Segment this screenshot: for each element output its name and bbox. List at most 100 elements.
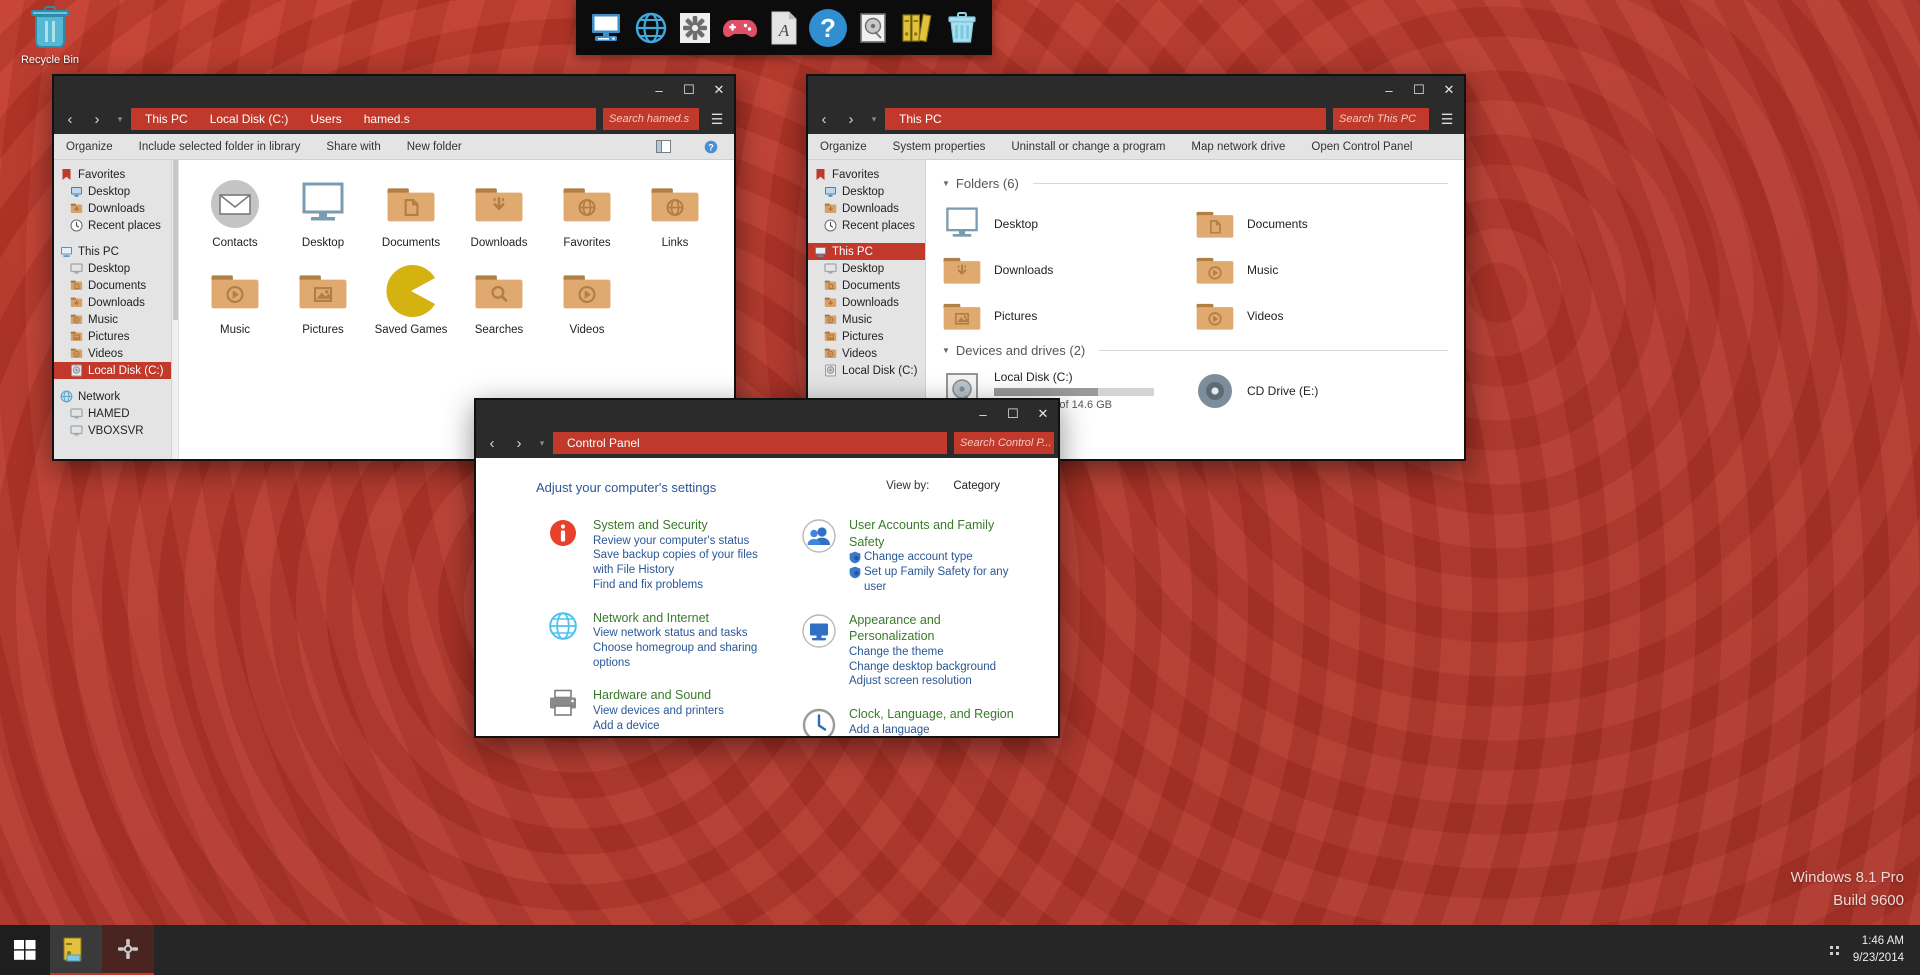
command-button[interactable]: System properties <box>893 141 986 153</box>
sidebar-item-music[interactable]: Music <box>54 311 171 328</box>
control-panel-link[interactable]: Review your computer's status <box>593 534 762 549</box>
sidebar-item-network[interactable]: Network <box>54 388 171 405</box>
search-input[interactable]: Search hamed.s <box>603 108 699 130</box>
address-bar[interactable]: Control Panel <box>553 432 947 454</box>
control-panel-category-title[interactable]: System and Security <box>593 518 708 532</box>
sidebar-item-desktop[interactable]: Desktop <box>808 183 925 200</box>
folder-item-music[interactable]: Music <box>1195 247 1448 293</box>
control-panel-link[interactable]: Add a language <box>849 723 1018 736</box>
sidebar-item-downloads[interactable]: Downloads <box>808 294 925 311</box>
explorer-titlebar[interactable]: – ☐ ✕ <box>54 76 734 104</box>
file-tile-desktop[interactable]: Desktop <box>279 176 367 249</box>
search-input[interactable]: Search Control P... <box>954 432 1054 454</box>
forward-button[interactable]: › <box>85 107 109 131</box>
sidebar-item-this-pc[interactable]: This PC <box>808 243 925 260</box>
address-bar[interactable]: This PC <box>885 108 1326 130</box>
sidebar-item-hamed[interactable]: HAMED <box>54 405 171 422</box>
sidebar-item-favorites[interactable]: Favorites <box>808 166 925 183</box>
control-panel-link[interactable]: Adjust screen resolution <box>849 674 1018 689</box>
recent-locations-button[interactable]: ▾ <box>866 114 882 125</box>
sidebar-item-downloads[interactable]: Downloads <box>54 200 171 217</box>
sidebar-item-recent-places[interactable]: Recent places <box>54 217 171 234</box>
minimize-button[interactable]: – <box>1374 77 1404 103</box>
close-button[interactable]: ✕ <box>1434 77 1464 103</box>
search-input[interactable]: Search This PC <box>1333 108 1429 130</box>
maximize-button[interactable]: ☐ <box>998 401 1028 427</box>
command-button[interactable]: New folder <box>407 141 462 153</box>
sidebar-item-videos[interactable]: Videos <box>54 345 171 362</box>
taskbar-item-explorer[interactable] <box>50 925 102 975</box>
hard-disk-icon[interactable] <box>853 8 893 48</box>
control-panel-link[interactable]: Set up Family Safety for any user <box>849 565 1018 594</box>
file-tile-videos[interactable]: Videos <box>543 263 631 336</box>
menu-icon[interactable]: ☰ <box>1434 107 1460 131</box>
sidebar-item-desktop[interactable]: Desktop <box>54 183 171 200</box>
view-by-control[interactable]: View by: Category <box>886 480 1000 492</box>
control-panel-link[interactable]: Choose homegroup and sharing options <box>593 641 762 670</box>
file-tile-searches[interactable]: Searches <box>455 263 543 336</box>
minimize-button[interactable]: – <box>968 401 998 427</box>
sidebar-item-downloads[interactable]: Downloads <box>54 294 171 311</box>
sidebar-item-videos[interactable]: Videos <box>808 345 925 362</box>
recent-locations-button[interactable]: ▾ <box>534 438 550 449</box>
view-options-icon[interactable] <box>1464 140 1466 153</box>
control-panel-category-title[interactable]: Clock, Language, and Region <box>849 707 1014 721</box>
explorer-navigation-pane[interactable]: Favorites Desktop Downloads Recent place… <box>54 160 172 459</box>
file-tile-favorites[interactable]: Favorites <box>543 176 631 249</box>
maximize-button[interactable]: ☐ <box>1404 77 1434 103</box>
control-panel-link[interactable]: View devices and printers <box>593 704 724 719</box>
folder-item-downloads[interactable]: Downloads <box>942 247 1195 293</box>
sidebar-item-documents[interactable]: Documents <box>54 277 171 294</box>
recent-locations-button[interactable]: ▾ <box>112 114 128 125</box>
taskbar-clock[interactable]: 1:46 AM 9/23/2014 <box>1853 933 1904 968</box>
sidebar-item-recent-places[interactable]: Recent places <box>808 217 925 234</box>
desktop-icon-recycle-bin[interactable]: Recycle Bin <box>6 6 94 66</box>
maximize-button[interactable]: ☐ <box>674 77 704 103</box>
sidebar-item-local-disk-c[interactable]: Local Disk (C:) <box>808 362 925 379</box>
control-panel-category-title[interactable]: User Accounts and Family Safety <box>849 518 994 549</box>
users-icon[interactable] <box>802 517 836 595</box>
control-panel-link[interactable]: Change the theme <box>849 645 1018 660</box>
show-hidden-icons-button[interactable] <box>1830 946 1839 955</box>
sidebar-item-pictures[interactable]: Pictures <box>54 328 171 345</box>
control-panel-link[interactable]: Change desktop background <box>849 660 1018 675</box>
help-icon[interactable]: ? <box>700 140 722 154</box>
sidebar-item-vboxsvr[interactable]: VBOXSVR <box>54 422 171 439</box>
monitor-icon[interactable] <box>802 612 836 690</box>
file-tile-documents[interactable]: Documents <box>367 176 455 249</box>
folder-item-desktop[interactable]: Desktop <box>942 201 1195 247</box>
control-panel-category-title[interactable]: Hardware and Sound <box>593 688 711 702</box>
file-tile-music[interactable]: Music <box>191 263 279 336</box>
sidebar-item-music[interactable]: Music <box>808 311 925 328</box>
collapse-triangle-icon[interactable]: ▼ <box>942 179 950 188</box>
folder-item-documents[interactable]: Documents <box>1195 201 1448 247</box>
command-button[interactable]: Organize <box>820 141 867 153</box>
sidebar-item-local-disk-c[interactable]: Local Disk (C:) <box>54 362 171 379</box>
control-panel-link[interactable]: Save backup copies of your files with Fi… <box>593 548 762 577</box>
help-icon[interactable]: ? <box>808 8 848 48</box>
back-button[interactable]: ‹ <box>480 431 504 455</box>
control-panel-link[interactable]: Find and fix problems <box>593 578 762 593</box>
sidebar-item-desktop[interactable]: Desktop <box>54 260 171 277</box>
file-tile-saved-games[interactable]: Saved Games <box>367 263 455 336</box>
control-panel-window[interactable]: – ☐ ✕ ‹ › ▾ Control Panel Search Control… <box>474 398 1060 738</box>
command-button[interactable]: Include selected folder in library <box>139 141 301 153</box>
thispc-titlebar[interactable]: – ☐ ✕ <box>808 76 1464 104</box>
explorer-scrollbar[interactable] <box>172 160 179 459</box>
menu-icon[interactable]: ☰ <box>704 107 730 131</box>
preview-pane-icon[interactable] <box>652 140 674 153</box>
folders-group-header[interactable]: ▼ Folders (6) <box>942 176 1448 191</box>
file-tile-downloads[interactable]: Downloads <box>455 176 543 249</box>
forward-button[interactable]: › <box>839 107 863 131</box>
control-panel-category-title[interactable]: Network and Internet <box>593 611 709 625</box>
close-button[interactable]: ✕ <box>1028 401 1058 427</box>
breadcrumb-item[interactable]: Users <box>310 112 341 126</box>
font-file-icon[interactable]: A <box>764 8 804 48</box>
globe-icon[interactable] <box>546 610 580 671</box>
drives-group-header[interactable]: ▼ Devices and drives (2) <box>942 343 1448 358</box>
start-button[interactable] <box>0 925 50 975</box>
sidebar-item-desktop[interactable]: Desktop <box>808 260 925 277</box>
recycle-bin-icon[interactable] <box>942 8 982 48</box>
breadcrumb-item[interactable]: Local Disk (C:) <box>210 112 289 126</box>
file-tile-contacts[interactable]: Contacts <box>191 176 279 249</box>
